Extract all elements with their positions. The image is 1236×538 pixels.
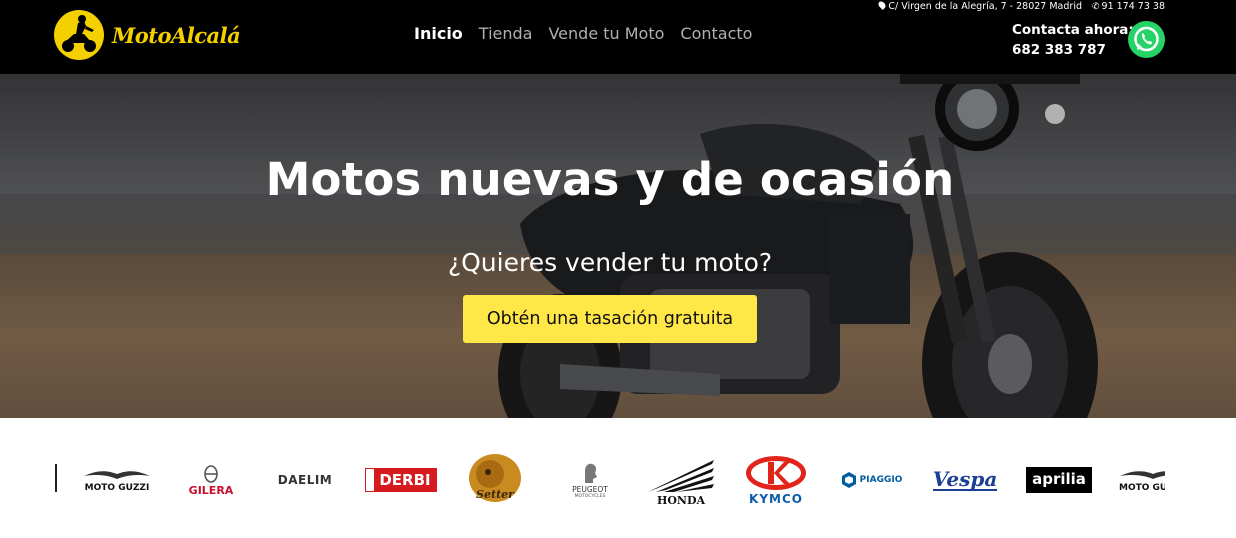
brand-name: HONDA bbox=[656, 493, 706, 507]
brand-logo-moto-guzzi-repeat[interactable]: MOTO GU bbox=[1117, 440, 1165, 520]
contact-label: Contacta ahora: bbox=[1012, 22, 1134, 38]
brand-logo-vespa[interactable]: Vespa bbox=[929, 440, 1001, 520]
brand-logo-daelim[interactable]: DAELIM bbox=[271, 440, 339, 520]
hero-title: Motos nuevas y de ocasión bbox=[265, 153, 955, 206]
eagle-icon bbox=[1120, 470, 1165, 479]
address-link[interactable]: C/ Virgen de la Alegría, 7 - 28027 Madri… bbox=[877, 0, 1082, 12]
brand-name: KYMCO bbox=[749, 492, 803, 506]
carousel-divider bbox=[55, 464, 57, 492]
logo-text: MotoAlcalá bbox=[112, 22, 241, 48]
brand-name: aprilia bbox=[1026, 467, 1092, 493]
brand-logo-gilera[interactable]: GILERA bbox=[175, 440, 247, 520]
address-text: C/ Virgen de la Alegría, 7 - 28027 Madri… bbox=[888, 0, 1082, 12]
map-pin-icon bbox=[877, 0, 888, 10]
eagle-icon bbox=[84, 470, 150, 479]
top-contact-info: C/ Virgen de la Alegría, 7 - 28027 Madri… bbox=[877, 0, 1165, 12]
nav-item-contacto[interactable]: Contacto bbox=[680, 24, 752, 43]
brand-logo-aprilia[interactable]: aprilia bbox=[1025, 440, 1093, 520]
brand-name: Vespa bbox=[932, 467, 998, 491]
lion-icon bbox=[585, 463, 597, 483]
brand-name: GILERA bbox=[188, 483, 234, 497]
piaggio-hexagon-icon bbox=[841, 472, 856, 488]
brand-logo-derbi[interactable]: DERBI bbox=[364, 440, 438, 520]
brand-logo-moto-guzzi[interactable]: MOTO GUZZI bbox=[81, 440, 153, 520]
site-header: MotoAlcalá Inicio Tienda Vende tu Moto C… bbox=[0, 0, 1236, 74]
brand-name: MOTO GU bbox=[1119, 482, 1165, 493]
kymco-k-icon bbox=[746, 456, 806, 490]
scooter-rider-icon bbox=[54, 10, 104, 60]
landline-text: 91 174 73 38 bbox=[1101, 0, 1165, 12]
site-logo[interactable]: MotoAlcalá bbox=[54, 10, 241, 60]
brand-logo-kymco[interactable]: KYMCO bbox=[741, 440, 811, 520]
phone-icon: ✆ bbox=[1091, 1, 1100, 12]
main-nav: Inicio Tienda Vende tu Moto Contacto bbox=[414, 24, 752, 43]
free-valuation-button[interactable]: Obtén una tasación gratuita bbox=[463, 295, 757, 343]
brand-sub: MOTOCYCLES bbox=[574, 494, 606, 499]
brand-name: PEUGEOT bbox=[572, 485, 608, 494]
brand-logo-peugeot[interactable]: PEUGEOT MOTOCYCLES bbox=[558, 440, 622, 520]
brand-name: DAELIM bbox=[277, 473, 333, 487]
brand-name: DERBI bbox=[379, 471, 431, 489]
contact-phone[interactable]: 682 383 787 bbox=[1012, 40, 1134, 60]
nav-item-inicio[interactable]: Inicio bbox=[414, 24, 463, 43]
brand-logo-piaggio[interactable]: PIAGGIO bbox=[837, 440, 905, 520]
nav-item-vende-tu-moto[interactable]: Vende tu Moto bbox=[548, 24, 664, 43]
brand-name: PIAGGIO bbox=[859, 475, 903, 485]
brand-name: MOTO GUZZI bbox=[84, 482, 150, 493]
wing-icon bbox=[648, 459, 714, 492]
gilera-emblem-icon bbox=[204, 464, 218, 483]
hero-banner: Motos nuevas y de ocasión ¿Quieres vende… bbox=[0, 74, 1236, 418]
brand-logo-setter[interactable]: Setter bbox=[462, 440, 528, 520]
whatsapp-icon[interactable] bbox=[1128, 21, 1165, 58]
brand-name: Setter bbox=[476, 488, 514, 501]
landline-link[interactable]: ✆ 91 174 73 38 bbox=[1092, 1, 1165, 12]
brand-logo-honda[interactable]: HONDA bbox=[643, 440, 719, 520]
brand-carousel: MOTO GUZZI GILERA DAELIM DERBI Setter PE… bbox=[55, 440, 1165, 520]
derbi-badge: DERBI bbox=[365, 468, 437, 492]
hero-subtitle: ¿Quieres vender tu moto? bbox=[447, 248, 773, 277]
nav-item-tienda[interactable]: Tienda bbox=[479, 24, 533, 43]
contact-block: Contacta ahora: 682 383 787 bbox=[1012, 20, 1134, 60]
hero-overlay bbox=[0, 74, 1236, 418]
